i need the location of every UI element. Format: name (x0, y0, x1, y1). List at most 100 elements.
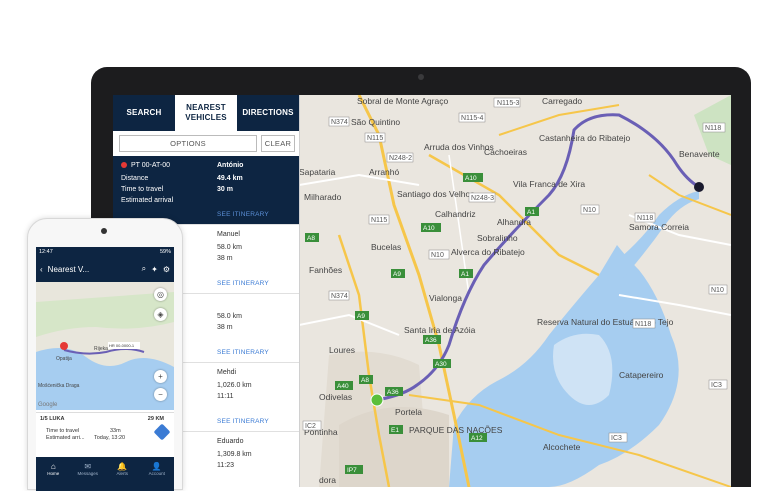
road-shield: N118 (632, 318, 656, 329)
svg-text:N118: N118 (637, 215, 653, 222)
svg-text:N374: N374 (331, 293, 348, 300)
phone-camera (101, 228, 107, 234)
svg-text:E1: E1 (391, 427, 399, 434)
nav-account[interactable]: 👤 Account (145, 462, 169, 476)
tab-directions[interactable]: DIRECTIONS (237, 95, 299, 131)
time-value: 11:11 (217, 393, 234, 400)
driver-name: António (217, 162, 244, 169)
map-canvas[interactable]: Sobral de Monte Agraço São Quintino Carr… (299, 95, 731, 487)
nav-messages[interactable]: ✉ Messages (76, 462, 100, 476)
road-shield: A40 (335, 381, 353, 390)
see-itinerary-link[interactable]: SEE ITINERARY (217, 280, 269, 287)
svg-text:A1: A1 (461, 271, 469, 278)
map-label: Opatija (56, 356, 72, 362)
map-label: Mošćenička Draga (38, 383, 80, 389)
laptop-camera (418, 74, 424, 80)
svg-text:A1: A1 (527, 209, 535, 216)
svg-text:A8: A8 (361, 377, 369, 384)
laptop: Sobral de Monte Agraço São Quintino Carr… (91, 67, 751, 487)
vehicle-card-selected[interactable]: PT 00-AT-00 António Distance 49.4 km Time … (113, 156, 299, 225)
time-value: 38 m (217, 255, 233, 262)
map-label: Benavente (679, 149, 720, 159)
svg-text:N374: N374 (331, 119, 348, 126)
card-arrival: Today, 13:20 (94, 435, 126, 441)
svg-text:N10: N10 (431, 252, 444, 259)
phone-vehicle-card[interactable]: 1/5 LUKA 29 KM Time to travel 33m Estima… (36, 412, 174, 449)
time-label: Time to travel (121, 186, 164, 193)
google-logo: Google (38, 402, 58, 408)
phone-map-canvas[interactable]: HR 00-0000-1 Rijeka Opatija Mošćenička D… (36, 282, 174, 410)
status-dot-icon (121, 162, 127, 169)
distance-value: 1,026.0 km (217, 382, 252, 389)
road-shield: A8 (359, 375, 373, 384)
phone-status-bar: 12:47 59% (36, 247, 174, 256)
svg-text:N10: N10 (583, 207, 596, 214)
vehicle-marker[interactable] (694, 182, 704, 192)
nav-home[interactable]: ⌂ Home (41, 462, 65, 476)
driver-name: Mehdi (217, 369, 237, 376)
map-view[interactable]: Sobral de Monte Agraço São Quintino Carr… (299, 95, 731, 487)
nav-alerts[interactable]: 🔔 Alerts (110, 462, 134, 476)
see-itinerary-link[interactable]: SEE ITINERARY (217, 211, 269, 218)
navigate-icon[interactable] (153, 423, 171, 441)
svg-text:IP7: IP7 (347, 467, 357, 474)
distance-value: 58.0 km (217, 244, 242, 251)
svg-text:A10: A10 (423, 225, 435, 232)
layers-icon[interactable]: ◈ (154, 308, 167, 321)
locate-icon[interactable]: ◎ (154, 288, 167, 301)
clear-button[interactable]: CLEAR (261, 135, 295, 152)
map-label: Alverca do Ribatejo (451, 247, 525, 257)
map-label: Vialonga (429, 293, 462, 303)
map-label: Vila Franca de Xira (513, 179, 585, 189)
map-label: Rijeka (94, 346, 108, 352)
laptop-screen: Sobral de Monte Agraço São Quintino Carr… (113, 95, 731, 487)
svg-text:A36: A36 (425, 337, 437, 344)
zoom-in-icon[interactable]: + (154, 370, 167, 383)
road-shield: A36 (385, 387, 403, 396)
arrival-label: Estimated arrival (121, 197, 174, 204)
zoom-out-icon[interactable]: − (154, 388, 167, 401)
see-itinerary-link[interactable]: SEE ITINERARY (217, 349, 269, 356)
svg-text:N118: N118 (705, 125, 721, 132)
svg-text:A30: A30 (435, 361, 447, 368)
road-shield: A30 (433, 359, 451, 368)
road-shield: N374 (328, 116, 350, 127)
road-shield: A10 (421, 223, 441, 232)
road-shield: N248-3 (468, 192, 496, 203)
svg-text:N115-3: N115-3 (497, 100, 520, 107)
map-label: Calhandriz (435, 209, 476, 219)
phone-map[interactable]: HR 00-0000-1 Rijeka Opatija Mošćenička D… (36, 282, 174, 410)
options-button[interactable]: OPTIONS (119, 135, 257, 152)
phone-header: ‹ Nearest V... ⌕ ✦ ⚙ (36, 256, 174, 282)
card-arrival-label: Estimated arri... (46, 435, 85, 441)
map-label: Milharado (304, 192, 342, 202)
back-icon[interactable]: ‹ (40, 265, 43, 274)
gear-icon[interactable]: ⚙ (163, 265, 170, 274)
map-label: Alhandra (497, 217, 531, 227)
card-name: LUKA (49, 416, 65, 422)
road-shield: IP7 (345, 465, 363, 474)
time-value: 30 m (217, 186, 233, 193)
distance-label: Distance (121, 175, 149, 182)
road-shield: N115-4 (458, 112, 486, 123)
road-shield: N374 (328, 290, 350, 301)
see-itinerary-link[interactable]: SEE ITINERARY (217, 418, 269, 425)
panel-tabs: SEARCH NEAREST VEHICLES DIRECTIONS (113, 95, 299, 131)
tab-nearest-vehicles[interactable]: NEAREST VEHICLES (175, 95, 237, 131)
home-icon: ⌂ (50, 462, 56, 471)
map-label: Castanheira do Ribatejo (539, 133, 630, 143)
map-label: Sobralinho (477, 233, 518, 243)
message-icon: ✉ (84, 462, 92, 471)
svg-text:IC2: IC2 (305, 423, 316, 430)
origin-marker[interactable] (370, 393, 384, 407)
road-shield: N248-2 (386, 152, 414, 163)
map-label: Santa Iria de Azóia (404, 325, 476, 335)
search-icon[interactable]: ⌕ (142, 264, 146, 274)
card-time-label: Time to travel (46, 428, 80, 434)
card-distance: 29 KM (147, 416, 164, 422)
pin-icon[interactable]: ✦ (151, 265, 158, 274)
status-battery: 59% (159, 248, 171, 255)
map-label: Carregado (542, 96, 582, 106)
tab-search[interactable]: SEARCH (113, 95, 175, 131)
phone-bottom-nav: ⌂ Home ✉ Messages 🔔 Alerts 👤 Account (36, 457, 174, 491)
